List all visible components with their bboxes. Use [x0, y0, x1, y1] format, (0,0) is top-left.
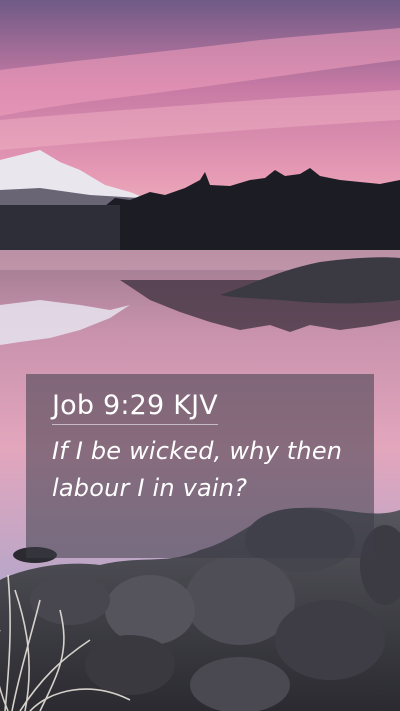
far-shore [0, 205, 120, 250]
verse-text: If I be wicked, why then labour I in vai… [52, 437, 343, 502]
rock [190, 657, 290, 711]
background-photo [0, 0, 400, 711]
verse-card: Job 9:29 KJV If I be wicked, why then la… [26, 374, 374, 558]
rock [30, 575, 110, 625]
rock [105, 575, 195, 645]
rock [85, 635, 175, 695]
verse-reference: Job 9:29 KJV [52, 390, 218, 425]
rock [275, 600, 385, 680]
